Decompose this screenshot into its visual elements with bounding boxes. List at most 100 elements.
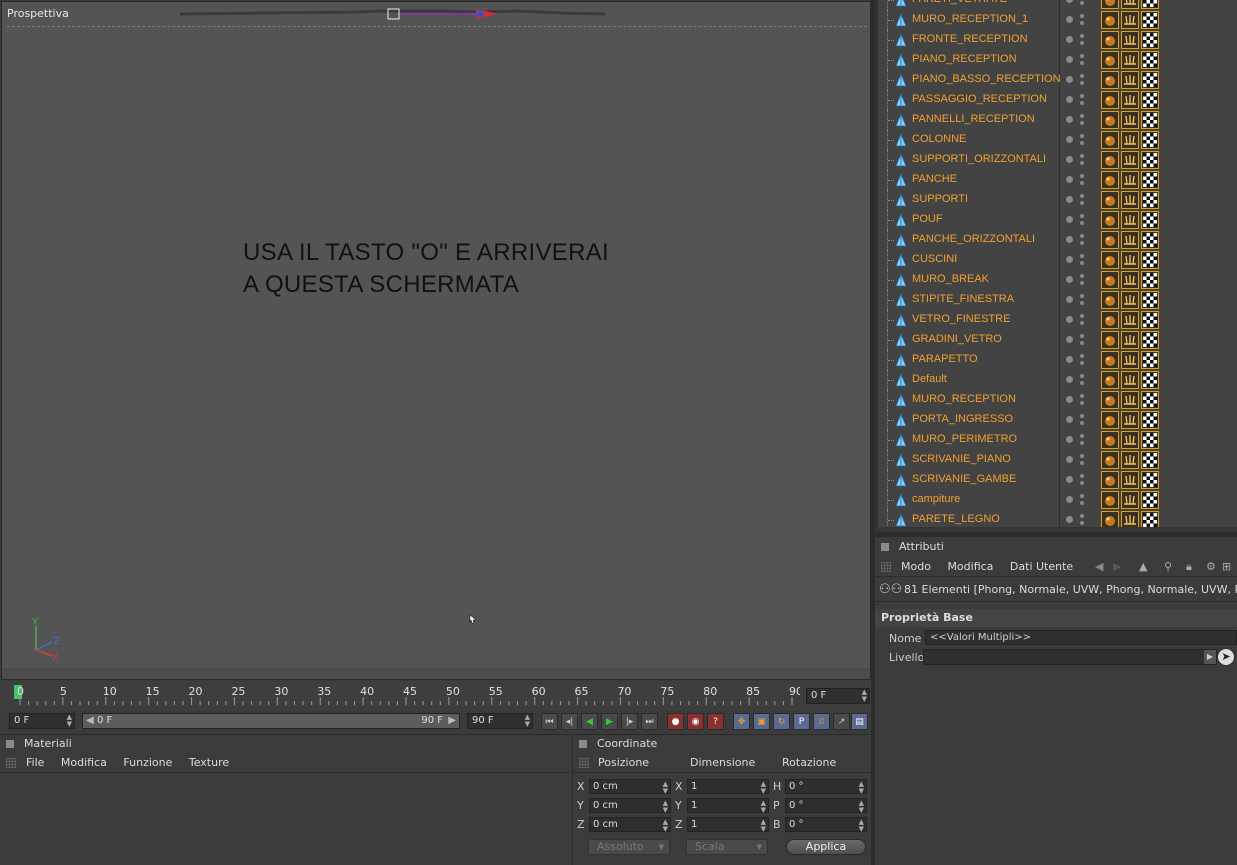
object-name[interactable]: PARETI_VETRATE <box>912 0 1007 5</box>
editor-visibility-icon[interactable] <box>1080 394 1084 398</box>
object-name[interactable]: POUF <box>912 213 943 225</box>
attributes-menu-modifica[interactable]: Modifica <box>947 560 993 573</box>
editor-visibility-icon[interactable] <box>1080 434 1084 438</box>
editor-visibility-icon[interactable] <box>1080 14 1084 18</box>
phong-tag-icon[interactable] <box>1101 231 1119 249</box>
editor-visibility-icon[interactable] <box>1080 194 1084 198</box>
render-visibility-icon[interactable] <box>1080 341 1084 345</box>
visibility-dot-icon[interactable] <box>1066 16 1073 23</box>
normal-tag-icon[interactable] <box>1121 191 1139 209</box>
uvw-tag-icon[interactable] <box>1141 91 1159 109</box>
up-arrow-icon[interactable]: ▲ <box>1139 557 1147 577</box>
grip-icon[interactable] <box>6 758 16 768</box>
editor-visibility-icon[interactable] <box>1080 34 1084 38</box>
object-row[interactable]: MURO_BREAK <box>875 270 1237 290</box>
rotation-key-icon[interactable]: ↻ <box>773 713 790 730</box>
back-arrow-icon[interactable]: ◀ <box>1095 557 1103 577</box>
visibility-dot-icon[interactable] <box>1066 256 1073 263</box>
editor-visibility-icon[interactable] <box>1080 354 1084 358</box>
visibility-dot-icon[interactable] <box>1066 436 1073 443</box>
object-name[interactable]: MURO_PERIMETRO <box>912 433 1017 445</box>
visibility-dot-icon[interactable] <box>1066 76 1073 83</box>
uvw-tag-icon[interactable] <box>1141 371 1159 389</box>
uvw-tag-icon[interactable] <box>1141 0 1159 9</box>
visibility-dot-icon[interactable] <box>1066 116 1073 123</box>
normal-tag-icon[interactable] <box>1121 31 1139 49</box>
uvw-tag-icon[interactable] <box>1141 191 1159 209</box>
visibility-dot-icon[interactable] <box>1066 96 1073 103</box>
spin-arrows-icon[interactable]: ▲ ▼ <box>663 781 668 795</box>
materials-menu-file[interactable]: File <box>26 756 44 769</box>
object-name[interactable]: Default <box>912 373 947 385</box>
uvw-tag-icon[interactable] <box>1141 291 1159 309</box>
normal-tag-icon[interactable] <box>1121 351 1139 369</box>
uvw-tag-icon[interactable] <box>1141 111 1159 129</box>
visibility-dot-icon[interactable] <box>1066 376 1073 383</box>
name-field[interactable]: <<Valori Multipli>> <box>925 630 1237 645</box>
object-row[interactable]: VETRO_FINESTRE <box>875 310 1237 330</box>
object-row[interactable]: MURO_RECEPTION_1 <box>875 10 1237 30</box>
object-name[interactable]: PANCHE <box>912 173 957 185</box>
render-visibility-icon[interactable] <box>1080 261 1084 265</box>
visibility-dot-icon[interactable] <box>1066 0 1073 3</box>
uvw-tag-icon[interactable] <box>1141 331 1159 349</box>
editor-visibility-icon[interactable] <box>1080 294 1084 298</box>
apply-button[interactable]: Applica <box>786 839 866 855</box>
materials-menu-modifica[interactable]: Modifica <box>61 756 107 769</box>
phong-tag-icon[interactable] <box>1101 271 1119 289</box>
normal-tag-icon[interactable] <box>1121 51 1139 69</box>
object-name[interactable]: PASSAGGIO_RECEPTION <box>912 93 1047 105</box>
normal-tag-icon[interactable] <box>1121 131 1139 149</box>
normal-tag-icon[interactable] <box>1121 391 1139 409</box>
visibility-dot-icon[interactable] <box>1066 216 1073 223</box>
phong-tag-icon[interactable] <box>1101 11 1119 29</box>
normal-tag-icon[interactable] <box>1121 331 1139 349</box>
uvw-tag-icon[interactable] <box>1141 471 1159 489</box>
object-row[interactable]: PORTA_INGRESSO <box>875 410 1237 430</box>
new-panel-icon[interactable]: ⊞ <box>1222 557 1231 577</box>
editor-visibility-icon[interactable] <box>1080 334 1084 338</box>
spin-arrows-icon[interactable]: ▲ ▼ <box>761 819 766 833</box>
keyframe-selection-icon[interactable]: ? <box>707 713 724 730</box>
editor-visibility-icon[interactable] <box>1080 74 1084 78</box>
uvw-tag-icon[interactable] <box>1141 271 1159 289</box>
render-visibility-icon[interactable] <box>1080 141 1084 145</box>
editor-visibility-icon[interactable] <box>1080 254 1084 258</box>
visibility-dot-icon[interactable] <box>1066 316 1073 323</box>
object-name[interactable]: SCRIVANIE_GAMBE <box>912 473 1016 485</box>
editor-visibility-icon[interactable] <box>1080 514 1084 518</box>
visibility-dot-icon[interactable] <box>1066 36 1073 43</box>
render-visibility-icon[interactable] <box>1080 461 1084 465</box>
panel-menu-icon[interactable] <box>6 740 14 748</box>
normal-tag-icon[interactable] <box>1121 291 1139 309</box>
scale-select[interactable]: Scala ▼ <box>686 839 768 855</box>
panel-menu-icon[interactable] <box>881 543 889 551</box>
phong-tag-icon[interactable] <box>1101 331 1119 349</box>
render-visibility-icon[interactable] <box>1080 161 1084 165</box>
phong-tag-icon[interactable] <box>1101 291 1119 309</box>
uvw-tag-icon[interactable] <box>1141 131 1159 149</box>
visibility-dot-icon[interactable] <box>1066 176 1073 183</box>
render-visibility-icon[interactable] <box>1080 501 1084 505</box>
interpolation-icon[interactable]: ↗ <box>833 713 850 730</box>
editor-visibility-icon[interactable] <box>1080 174 1084 178</box>
render-visibility-icon[interactable] <box>1080 101 1084 105</box>
spin-arrows-icon[interactable]: ▲ ▼ <box>859 781 864 795</box>
render-visibility-icon[interactable] <box>1080 201 1084 205</box>
uvw-tag-icon[interactable] <box>1141 211 1159 229</box>
object-name[interactable]: FRONTE_RECEPTION <box>912 33 1028 45</box>
materials-menu-texture[interactable]: Texture <box>189 756 229 769</box>
position-field[interactable]: 0 cm ▲ ▼ <box>589 798 671 814</box>
object-row[interactable]: PIANO_RECEPTION <box>875 50 1237 70</box>
phong-tag-icon[interactable] <box>1101 171 1119 189</box>
forward-arrow-icon[interactable]: ▶ <box>1113 557 1121 577</box>
spin-arrows-icon[interactable]: ▲ ▼ <box>761 800 766 814</box>
normal-tag-icon[interactable] <box>1121 91 1139 109</box>
normal-tag-icon[interactable] <box>1121 151 1139 169</box>
render-visibility-icon[interactable] <box>1080 281 1084 285</box>
phong-tag-icon[interactable] <box>1101 491 1119 509</box>
normal-tag-icon[interactable] <box>1121 0 1139 9</box>
attributes-menu-dati-utente[interactable]: Dati Utente <box>1010 560 1073 573</box>
object-row[interactable]: PASSAGGIO_RECEPTION <box>875 90 1237 110</box>
phong-tag-icon[interactable] <box>1101 351 1119 369</box>
